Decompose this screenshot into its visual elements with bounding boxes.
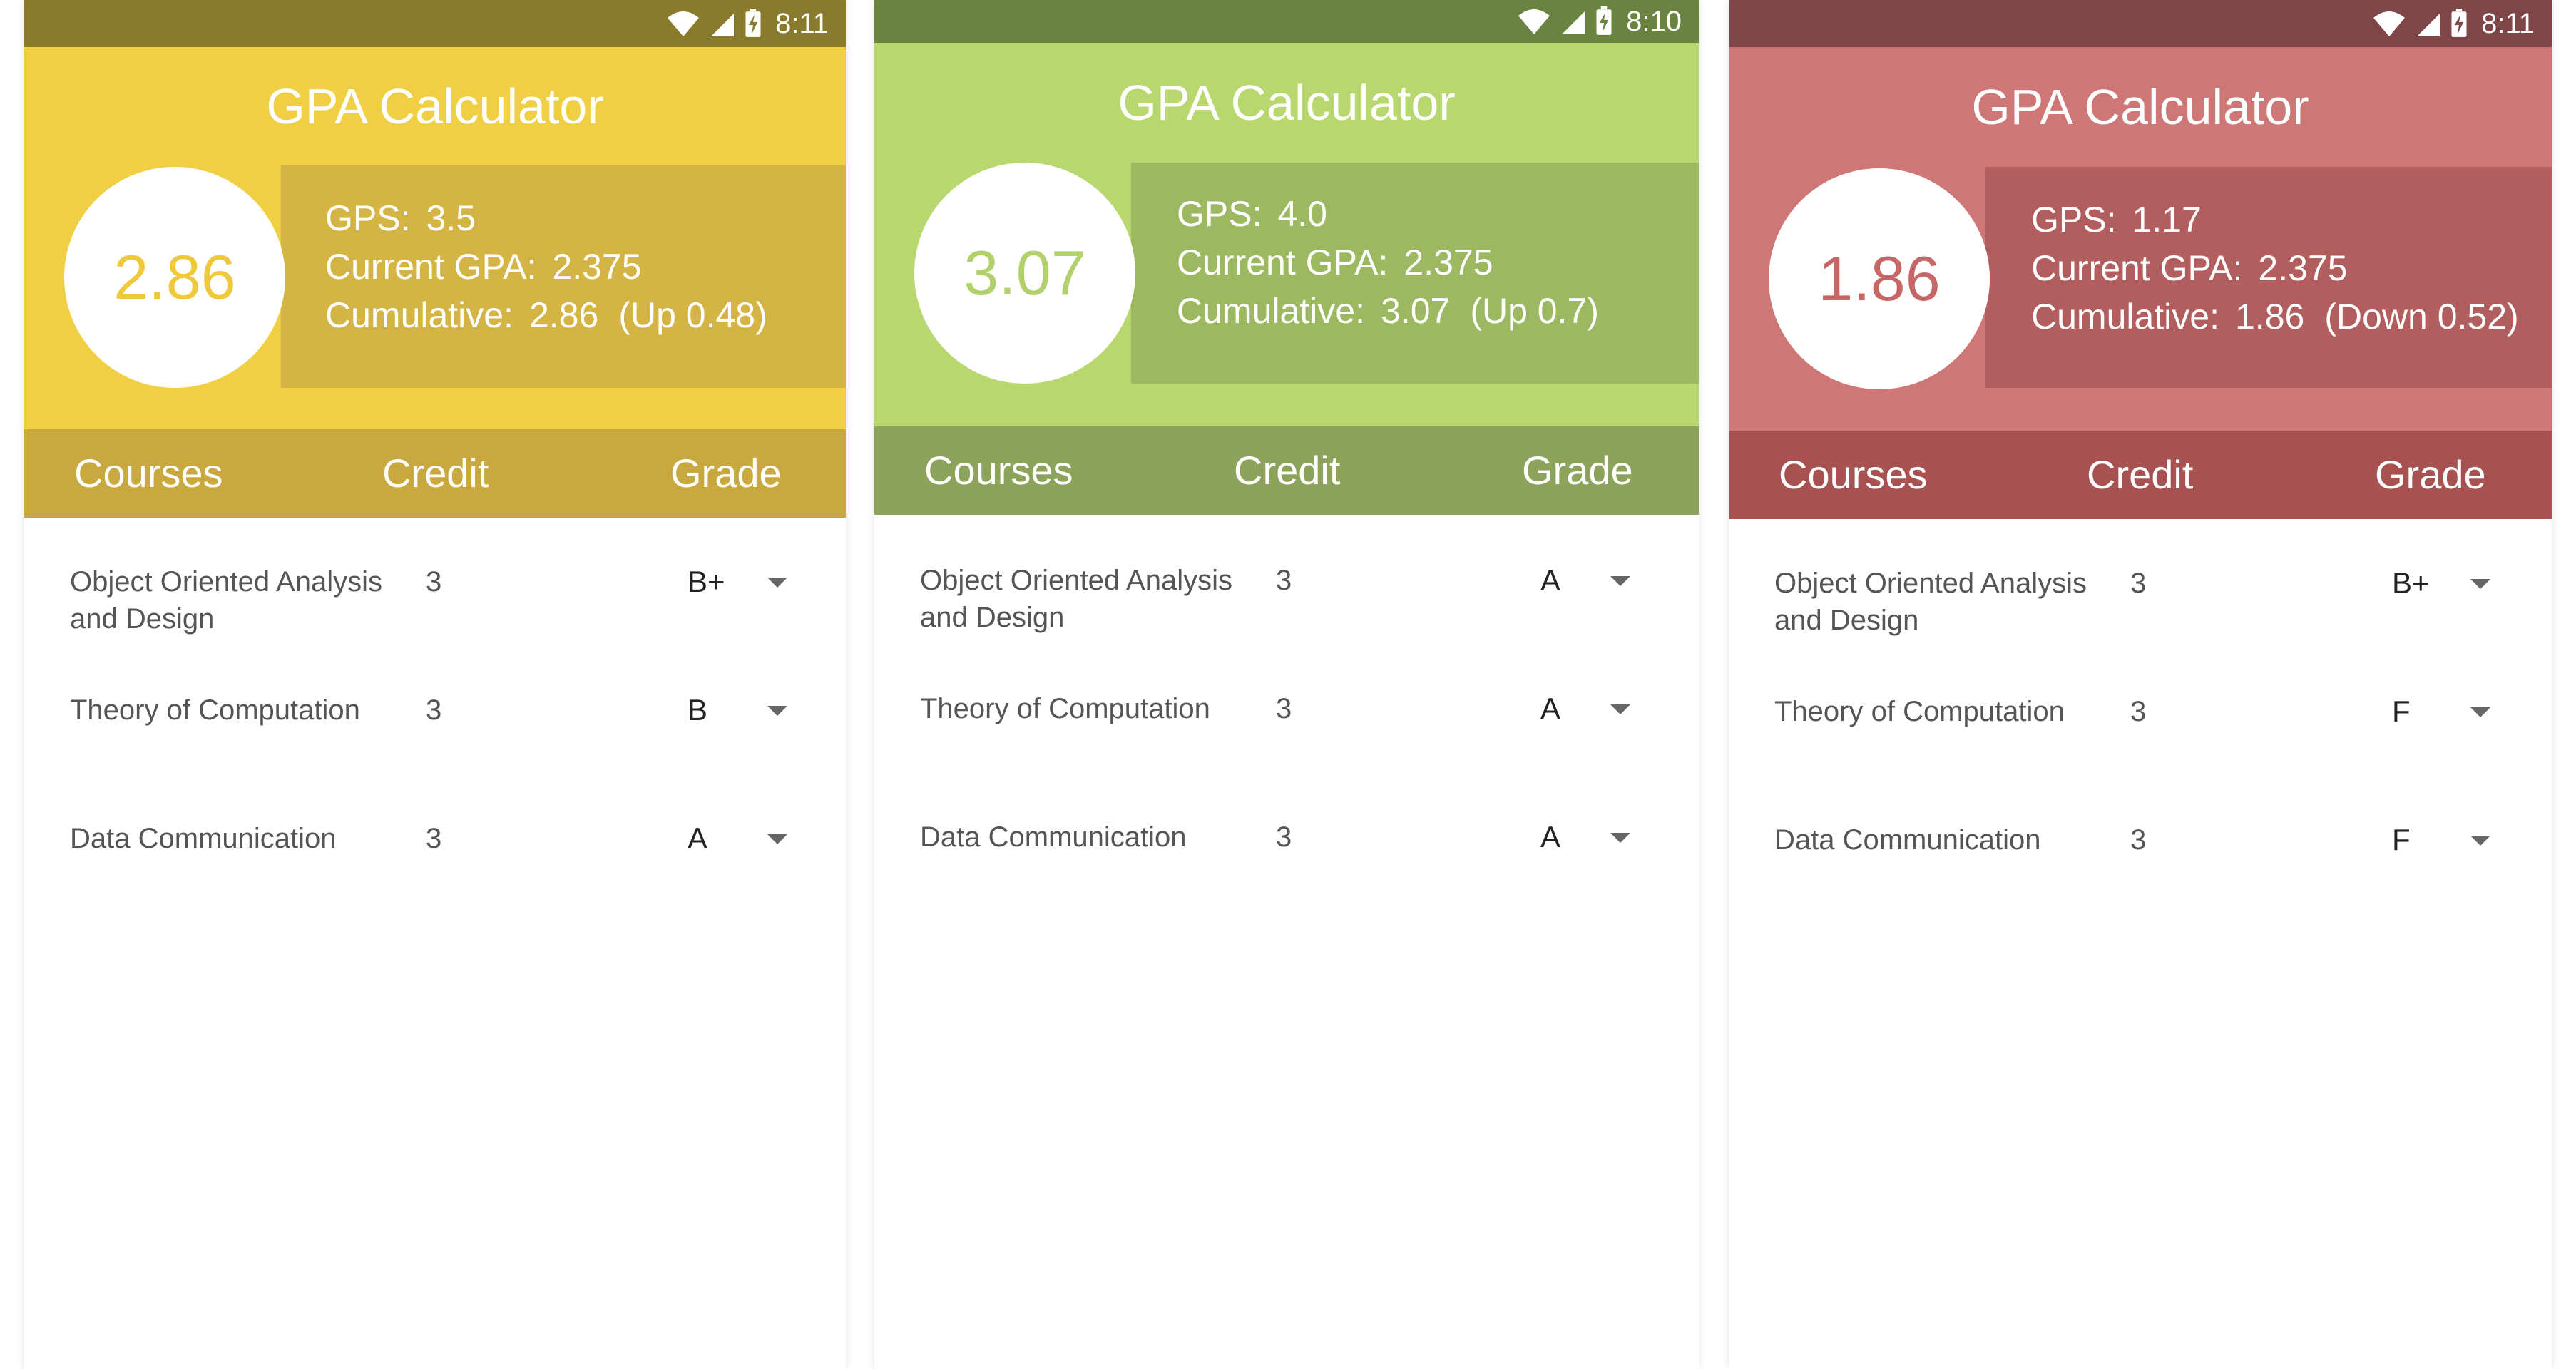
header-grade: Grade xyxy=(1522,448,1633,493)
cell-signal-icon xyxy=(1559,7,1588,36)
wifi-icon xyxy=(665,9,701,38)
course-row: Theory of Computation 3 A xyxy=(874,690,1699,769)
course-row: Data Communication 3 F xyxy=(1729,821,2552,900)
battery-charging-icon xyxy=(1595,6,1613,36)
course-credit: 3 xyxy=(1276,693,1292,724)
wifi-icon xyxy=(1516,7,1552,36)
course-name: Theory of Computation xyxy=(1774,696,2065,727)
cell-signal-icon xyxy=(2414,9,2443,38)
current-gpa-line: Current GPA: 2.375 xyxy=(325,247,642,287)
course-name: Data Communication xyxy=(1774,824,2041,856)
course-name: Data Communication xyxy=(920,821,1187,853)
grade-select[interactable]: B+ xyxy=(2392,565,2430,602)
status-bar: 8:11 xyxy=(1729,0,2552,47)
header-grade: Grade xyxy=(2375,452,2486,497)
course-name: Theory of Computation xyxy=(920,693,1210,724)
status-clock: 8:11 xyxy=(775,7,829,39)
course-row: Data Communication 3 A xyxy=(874,819,1699,897)
cumulative-gpa-circle: 1.86 xyxy=(1769,168,1990,389)
app-bar-title: GPA Calculator xyxy=(874,43,1699,163)
course-credit: 3 xyxy=(1276,821,1292,853)
course-table-header: Courses Credit Grade xyxy=(1729,431,2552,519)
current-gpa-line: Current GPA: 2.375 xyxy=(1177,242,1493,282)
course-name: Data Communication xyxy=(70,823,337,854)
dropdown-arrow-icon[interactable] xyxy=(1610,704,1630,714)
course-credit: 3 xyxy=(2130,824,2147,856)
course-row: Theory of Computation 3 F xyxy=(1729,693,2552,771)
course-credit: 3 xyxy=(426,566,442,598)
gpa-stats: GPS: 1.17 Current GPA: 2.375 Cumulative: 1.… xyxy=(2031,195,2519,341)
gpa-summary-band: 2.86 GPS: 3.5 Current GPA: 2.375 Cumulativ… xyxy=(24,165,846,429)
course-table-header: Courses Credit Grade xyxy=(874,426,1699,515)
cumulative-line: Cumulative: 3.07 (Up 0.7) xyxy=(1177,291,1599,331)
grade-select[interactable]: B+ xyxy=(688,563,725,600)
dropdown-arrow-icon[interactable] xyxy=(2470,707,2490,717)
header-courses: Courses xyxy=(74,451,223,496)
battery-charging-icon xyxy=(2450,9,2468,39)
grade-select[interactable]: B xyxy=(688,692,707,729)
grade-select[interactable]: F xyxy=(2392,821,2411,858)
dropdown-arrow-icon[interactable] xyxy=(1610,576,1630,586)
course-table-header: Courses Credit Grade xyxy=(24,429,846,518)
course-credit: 3 xyxy=(1276,565,1292,596)
course-row: Object Oriented Analysis and Design 3 B+ xyxy=(1729,565,2552,643)
cumulative-line: Cumulative: 2.86 (Up 0.48) xyxy=(325,295,767,335)
course-row: Theory of Computation 3 B xyxy=(24,692,846,770)
phone-screen-red: 8:11 GPA Calculator 1.86 GPS: 1.17 Curren… xyxy=(1729,0,2552,1369)
battery-charging-icon xyxy=(744,9,762,39)
gpa-stats: GPS: 4.0 Current GPA: 2.375 Cumulative: 3.0… xyxy=(1177,190,1599,335)
wifi-icon xyxy=(2371,9,2407,38)
grade-select[interactable]: A xyxy=(1540,819,1560,856)
dropdown-arrow-icon[interactable] xyxy=(767,834,787,844)
course-name: Object Oriented Analysis and Design xyxy=(1774,568,2087,636)
app-bar-title: GPA Calculator xyxy=(1729,47,2552,167)
dropdown-arrow-icon[interactable] xyxy=(1610,833,1630,843)
dropdown-arrow-icon[interactable] xyxy=(2470,836,2490,846)
header-credit: Credit xyxy=(382,451,489,496)
phone-screen-yellow: 8:11 GPA Calculator 2.86 GPS: 3.5 Current… xyxy=(24,0,846,1369)
dropdown-arrow-icon[interactable] xyxy=(767,578,787,588)
current-gpa-line: Current GPA: 2.375 xyxy=(2031,248,2348,288)
header-courses: Courses xyxy=(924,448,1073,493)
grade-select[interactable]: F xyxy=(2392,693,2411,730)
course-credit: 3 xyxy=(426,694,442,726)
course-name: Object Oriented Analysis and Design xyxy=(920,565,1232,633)
phone-screen-green: 8:10 GPA Calculator 3.07 GPS: 4.0 Current… xyxy=(874,0,1699,1369)
header-grade: Grade xyxy=(670,451,782,496)
header-credit: Credit xyxy=(1234,448,1341,493)
cell-signal-icon xyxy=(708,9,737,38)
gps-line: GPS: 1.17 xyxy=(2031,200,2202,240)
grade-select[interactable]: A xyxy=(688,820,707,857)
gpa-summary-band: 3.07 GPS: 4.0 Current GPA: 2.375 Cumulativ… xyxy=(874,163,1699,426)
gpa-summary-band: 1.86 GPS: 1.17 Current GPA: 2.375 Cumulati… xyxy=(1729,167,2552,431)
gpa-stats: GPS: 3.5 Current GPA: 2.375 Cumulative: 2.8… xyxy=(325,194,767,339)
gps-line: GPS: 4.0 xyxy=(1177,194,1327,234)
status-clock: 8:10 xyxy=(1626,5,1682,37)
gps-line: GPS: 3.5 xyxy=(325,198,476,238)
status-bar: 8:10 xyxy=(874,0,1699,43)
dropdown-arrow-icon[interactable] xyxy=(767,706,787,716)
header-courses: Courses xyxy=(1779,452,1928,497)
grade-select[interactable]: A xyxy=(1540,562,1560,599)
header-credit: Credit xyxy=(2087,452,2194,497)
course-name: Object Oriented Analysis and Design xyxy=(70,566,382,635)
grade-select[interactable]: A xyxy=(1540,690,1560,727)
status-bar: 8:11 xyxy=(24,0,846,47)
cumulative-gpa-circle: 2.86 xyxy=(64,167,285,388)
status-clock: 8:11 xyxy=(2481,7,2535,39)
cumulative-gpa-circle: 3.07 xyxy=(914,163,1135,384)
course-name: Theory of Computation xyxy=(70,694,360,726)
course-credit: 3 xyxy=(2130,696,2147,727)
dropdown-arrow-icon[interactable] xyxy=(2470,579,2490,589)
app-bar-title: GPA Calculator xyxy=(24,47,846,165)
course-credit: 3 xyxy=(426,823,442,854)
course-credit: 3 xyxy=(2130,568,2147,599)
course-row: Object Oriented Analysis and Design 3 B+ xyxy=(24,563,846,642)
course-row: Object Oriented Analysis and Design 3 A xyxy=(874,562,1699,640)
cumulative-line: Cumulative: 1.86 (Down 0.52) xyxy=(2031,297,2519,337)
course-row: Data Communication 3 A xyxy=(24,820,846,898)
